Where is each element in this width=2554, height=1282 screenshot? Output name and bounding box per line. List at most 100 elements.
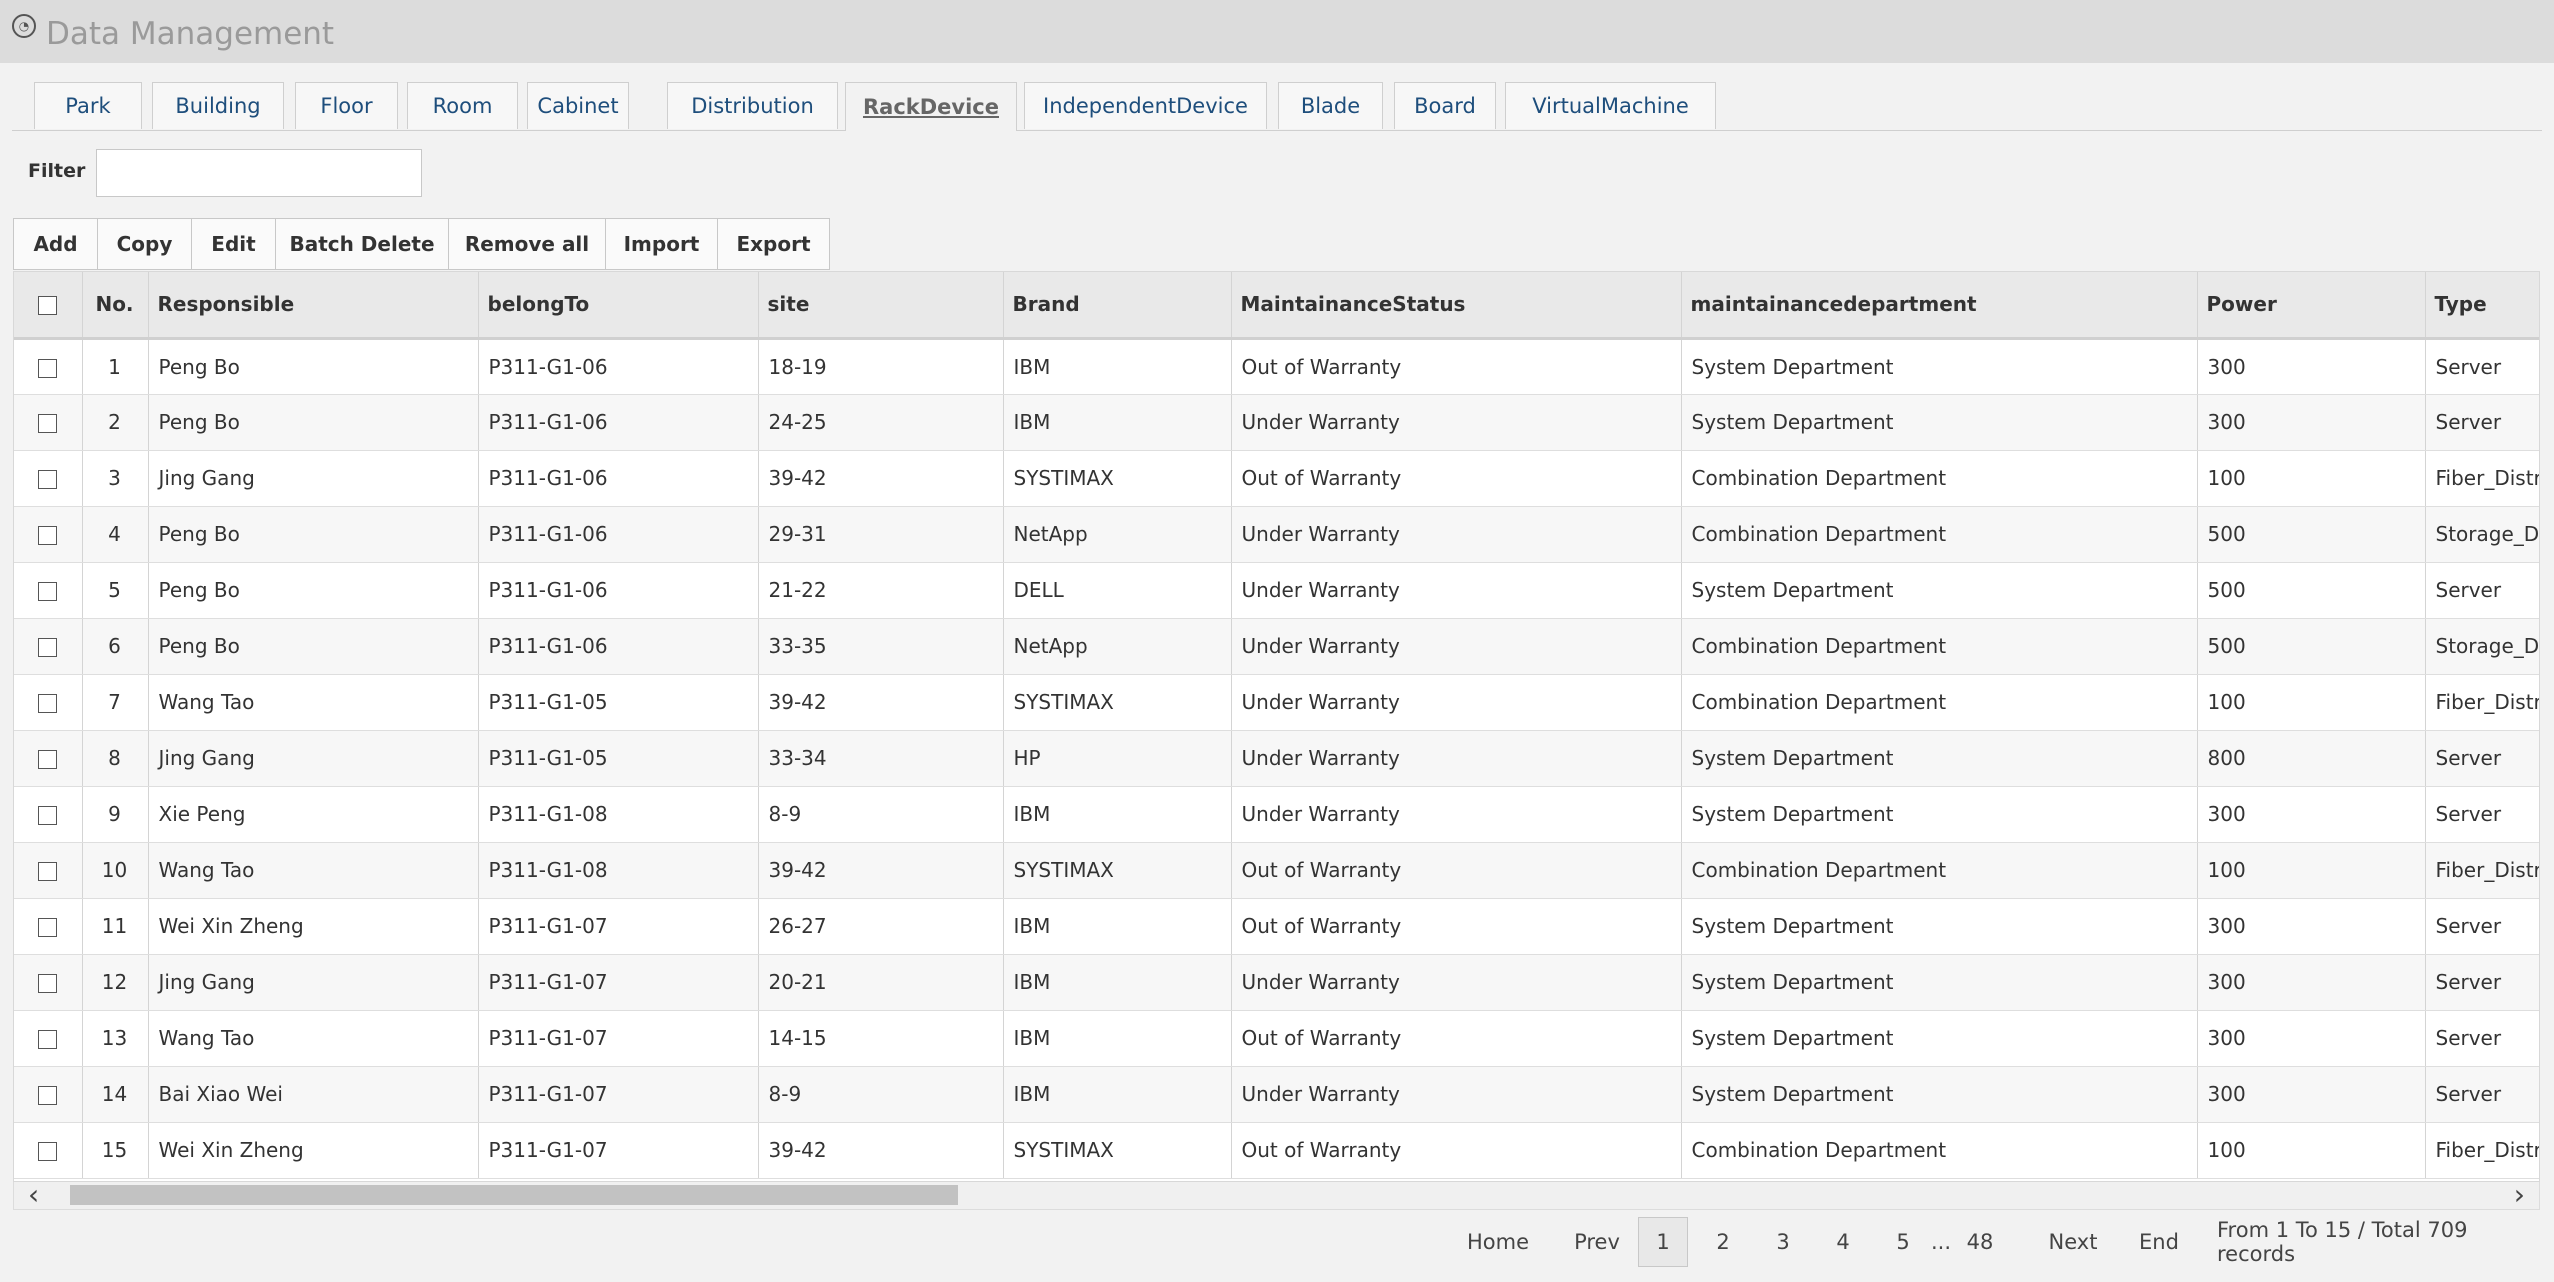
add-button[interactable]: Add xyxy=(14,219,98,269)
chevron-right-icon[interactable]: › xyxy=(2514,1181,2525,1209)
cell-brand: NetApp xyxy=(1003,506,1232,563)
row-checkbox[interactable] xyxy=(37,414,57,433)
tab-blade[interactable]: Blade xyxy=(1278,82,1383,129)
cell-maintainancestatus: Out of Warranty xyxy=(1231,450,1682,507)
table-row[interactable]: 9 Xie Peng P311-G1-08 8-9 IBM Under Warranty S… xyxy=(14,786,2539,843)
column-header-site[interactable]: site xyxy=(758,272,1004,340)
page-4-link[interactable]: 4 xyxy=(1825,1217,1861,1267)
row-checkbox[interactable] xyxy=(37,526,57,545)
column-header-maintainancestatus[interactable]: MaintainanceStatus xyxy=(1231,272,1682,340)
page-3-link[interactable]: 3 xyxy=(1765,1217,1801,1267)
page-prev-link[interactable]: Prev xyxy=(1562,1217,1632,1267)
cell-type: Server xyxy=(2425,954,2539,1011)
tab-park[interactable]: Park xyxy=(34,82,142,129)
scrollbar-thumb[interactable] xyxy=(70,1185,958,1205)
table-row[interactable]: 3 Jing Gang P311-G1-06 39-42 SYSTIMAX Out of … xyxy=(14,450,2539,507)
cell-belongto: P311-G1-06 xyxy=(478,338,759,395)
cell-responsible: Peng Bo xyxy=(148,338,479,395)
row-checkbox[interactable] xyxy=(37,1142,57,1161)
table-row[interactable]: 4 Peng Bo P311-G1-06 29-31 NetApp Under Warra… xyxy=(14,506,2539,563)
column-header-power[interactable]: Power xyxy=(2197,272,2426,340)
cell-power: 300 xyxy=(2197,954,2426,1011)
table-row[interactable]: 1 Peng Bo P311-G1-06 18-19 IBM Out of Warrant… xyxy=(14,338,2539,395)
table-row[interactable]: 7 Wang Tao P311-G1-05 39-42 SYSTIMAX Under Wa… xyxy=(14,674,2539,731)
row-select-cell xyxy=(14,842,83,899)
page-home-link[interactable]: Home xyxy=(1458,1217,1538,1267)
row-checkbox[interactable] xyxy=(37,806,57,825)
import-button[interactable]: Import xyxy=(606,219,718,269)
cell-brand: IBM xyxy=(1003,786,1232,843)
row-checkbox[interactable] xyxy=(37,470,57,489)
copy-button[interactable]: Copy xyxy=(98,219,192,269)
table-row[interactable]: 10 Wang Tao P311-G1-08 39-42 SYSTIMAX Out of … xyxy=(14,842,2539,899)
page-last-number-link[interactable]: 48 xyxy=(1955,1217,2005,1267)
cell-responsible: Bai Xiao Wei xyxy=(148,1066,479,1123)
row-checkbox[interactable] xyxy=(37,582,57,601)
cell-maintainancedepartment: System Department xyxy=(1681,338,2198,395)
cell-maintainancedepartment: System Department xyxy=(1681,562,2198,619)
tab-distribution[interactable]: Distribution xyxy=(667,82,838,129)
page-5-link[interactable]: 5 xyxy=(1885,1217,1921,1267)
cell-power: 300 xyxy=(2197,898,2426,955)
cell-type: Storage_D xyxy=(2425,618,2539,675)
column-header-belongto[interactable]: belongTo xyxy=(478,272,759,340)
horizontal-scrollbar[interactable]: ‹ › xyxy=(13,1181,2540,1210)
remove-all-button[interactable]: Remove all xyxy=(449,219,606,269)
edit-button[interactable]: Edit xyxy=(192,219,276,269)
cell-brand: IBM xyxy=(1003,1010,1232,1067)
cell-brand: DELL xyxy=(1003,562,1232,619)
cell-maintainancestatus: Under Warranty xyxy=(1231,618,1682,675)
tab-independentdevice[interactable]: IndependentDevice xyxy=(1024,82,1267,129)
row-checkbox[interactable] xyxy=(37,1086,57,1105)
tab-floor[interactable]: Floor xyxy=(295,82,398,129)
page-2-link[interactable]: 2 xyxy=(1705,1217,1741,1267)
cell-site: 14-15 xyxy=(758,1010,1004,1067)
table-row[interactable]: 12 Jing Gang P311-G1-07 20-21 IBM Under Warra… xyxy=(14,954,2539,1011)
tab-cabinet[interactable]: Cabinet xyxy=(527,82,629,129)
row-checkbox[interactable] xyxy=(37,1030,57,1049)
tab-rackdevice[interactable]: RackDevice xyxy=(845,82,1017,131)
table-row[interactable]: 2 Peng Bo P311-G1-06 24-25 IBM Under Warranty… xyxy=(14,394,2539,451)
row-checkbox[interactable] xyxy=(37,638,57,657)
tab-virtualmachine[interactable]: VirtualMachine xyxy=(1505,82,1716,129)
row-checkbox[interactable] xyxy=(37,918,57,937)
cell-responsible: Peng Bo xyxy=(148,394,479,451)
batch-delete-button[interactable]: Batch Delete xyxy=(276,219,449,269)
cell-brand: SYSTIMAX xyxy=(1003,450,1232,507)
tab-room[interactable]: Room xyxy=(407,82,518,129)
select-all-checkbox[interactable] xyxy=(37,296,57,316)
cell-responsible: Wang Tao xyxy=(148,842,479,899)
column-header-no[interactable]: No. xyxy=(82,272,149,340)
page-1-link[interactable]: 1 xyxy=(1638,1217,1688,1267)
column-header-responsible[interactable]: Responsible xyxy=(148,272,479,340)
table-row[interactable]: 8 Jing Gang P311-G1-05 33-34 HP Under Warrant… xyxy=(14,730,2539,787)
row-checkbox[interactable] xyxy=(37,862,57,881)
cell-belongto: P311-G1-07 xyxy=(478,1122,759,1179)
row-checkbox[interactable] xyxy=(37,358,57,378)
column-header-brand[interactable]: Brand xyxy=(1003,272,1232,340)
table-row[interactable]: 15 Wei Xin Zheng P311-G1-07 39-42 SYSTIMAX Ou… xyxy=(14,1122,2539,1179)
tab-board[interactable]: Board xyxy=(1394,82,1496,129)
page-next-link[interactable]: Next xyxy=(2038,1217,2108,1267)
page-end-link[interactable]: End xyxy=(2129,1217,2189,1267)
export-button[interactable]: Export xyxy=(718,219,829,269)
cell-belongto: P311-G1-07 xyxy=(478,1066,759,1123)
row-checkbox[interactable] xyxy=(37,694,57,713)
cell-responsible: Wang Tao xyxy=(148,1010,479,1067)
column-header-maintainancedepartment[interactable]: maintainancedepartment xyxy=(1681,272,2198,340)
cell-belongto: P311-G1-07 xyxy=(478,898,759,955)
cell-maintainancestatus: Out of Warranty xyxy=(1231,842,1682,899)
tab-building[interactable]: Building xyxy=(152,82,284,129)
column-header-type[interactable]: Type xyxy=(2425,272,2539,340)
cell-site: 33-34 xyxy=(758,730,1004,787)
row-checkbox[interactable] xyxy=(37,974,57,993)
chevron-left-icon[interactable]: ‹ xyxy=(28,1181,39,1209)
row-checkbox[interactable] xyxy=(37,750,57,769)
cell-site: 29-31 xyxy=(758,506,1004,563)
table-row[interactable]: 11 Wei Xin Zheng P311-G1-07 26-27 IBM Out of … xyxy=(14,898,2539,955)
table-row[interactable]: 5 Peng Bo P311-G1-06 21-22 DELL Under Warrant… xyxy=(14,562,2539,619)
table-row[interactable]: 6 Peng Bo P311-G1-06 33-35 NetApp Under Warra… xyxy=(14,618,2539,675)
table-row[interactable]: 13 Wang Tao P311-G1-07 14-15 IBM Out of Warra… xyxy=(14,1010,2539,1067)
filter-input[interactable] xyxy=(96,149,422,197)
table-row[interactable]: 14 Bai Xiao Wei P311-G1-07 8-9 IBM Under Warr… xyxy=(14,1066,2539,1123)
